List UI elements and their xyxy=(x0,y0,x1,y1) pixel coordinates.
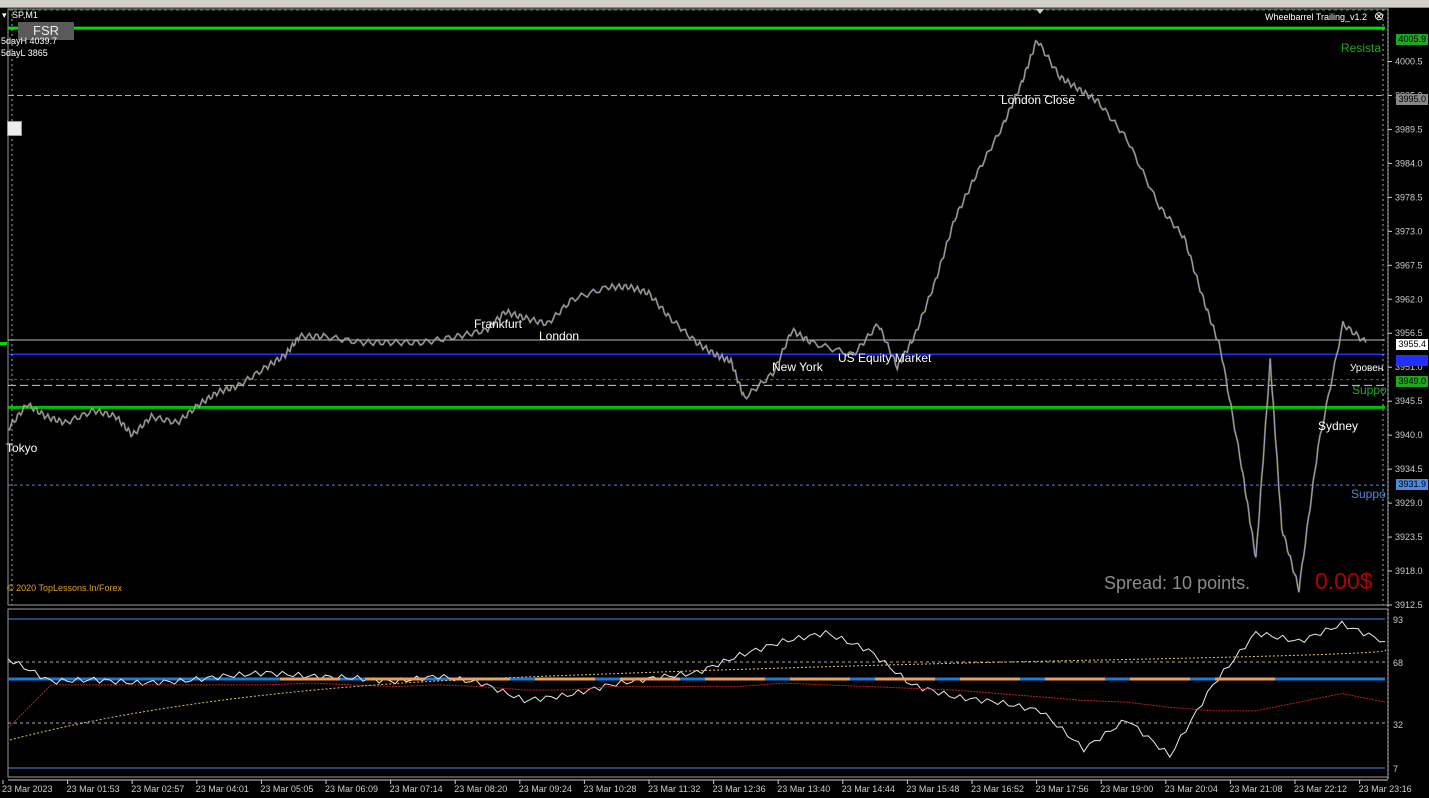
time-tick-label: 23 Mar 07:14 xyxy=(390,784,443,794)
price-tick-label: 3962.0 xyxy=(1395,294,1423,304)
time-tick-label: 23 Mar 15:48 xyxy=(906,784,959,794)
symbol-title: SP,M1 xyxy=(12,10,38,20)
oscillator-tick-label: 68 xyxy=(1393,658,1403,668)
session-london: London xyxy=(539,329,580,343)
time-tick-label: 23 Mar 17:56 xyxy=(1036,784,1089,794)
oscillator-series xyxy=(7,618,1387,769)
support-blue-label: Suppo xyxy=(1351,487,1386,501)
tag-blue-level: 3953.1 xyxy=(1396,355,1428,366)
price-tick-label: 3923.5 xyxy=(1395,532,1423,542)
time-tick-label: 23 Mar 22:12 xyxy=(1294,784,1347,794)
price-tick-label: 3967.5 xyxy=(1395,260,1423,270)
tag-current-price: 3955.4 xyxy=(1396,339,1428,350)
close-indicator-icon[interactable]: ⊗ xyxy=(1374,9,1384,23)
oscillator-tick-label: 32 xyxy=(1393,720,1403,730)
time-tick-label: 23 Mar 10:28 xyxy=(583,784,636,794)
price-line xyxy=(7,40,1367,593)
oscillator-tick-label: 93 xyxy=(1393,615,1403,625)
price-tick-label: 3989.5 xyxy=(1395,124,1423,134)
price-series xyxy=(7,39,1367,593)
oscillator-signal-line xyxy=(9,649,1387,741)
session-tokyo: Tokyo xyxy=(6,441,38,455)
price-tick-label: 3929.0 xyxy=(1395,498,1423,508)
oscillator-tick-label: 7 xyxy=(1393,764,1398,774)
oscillator-white-line xyxy=(7,620,1386,759)
time-tick-label: 23 Mar 05:05 xyxy=(260,784,313,794)
profit-text: 0.00$ xyxy=(1315,568,1373,594)
time-tick-label: 23 Mar 08:20 xyxy=(454,784,507,794)
price-axis: 4000.53995.03989.53984.03978.53973.03967… xyxy=(1388,56,1423,774)
day-low-label: 5dayL 3865 xyxy=(1,48,48,58)
price-tick-label: 3918.0 xyxy=(1395,566,1423,576)
chart-shift-marker[interactable] xyxy=(1036,9,1044,14)
copyright-text: © 2020 TopLessons.In/Forex xyxy=(7,583,123,593)
time-tick-label: 23 Mar 21:08 xyxy=(1229,784,1282,794)
time-tick-label: 23 Mar 23:16 xyxy=(1359,784,1412,794)
time-tick-label: 23 Mar 06:09 xyxy=(325,784,378,794)
left-price-marker xyxy=(0,342,7,346)
support-green-label: Suppo xyxy=(1352,383,1387,397)
price-tick-label: 3934.5 xyxy=(1395,464,1423,474)
tag-support-green: 3949.0 xyxy=(1396,376,1428,387)
time-tick-label: 23 Mar 11:32 xyxy=(648,784,700,794)
time-tick-label: 23 Mar 19:00 xyxy=(1100,784,1153,794)
price-tick-label: 3978.5 xyxy=(1395,192,1423,202)
tag-3995: 3995.0 xyxy=(1396,94,1428,105)
time-tick-label: 23 Mar 01:53 xyxy=(67,784,120,794)
session-us-equity: US Equity Market xyxy=(838,351,932,365)
price-tick-label: 3940.0 xyxy=(1395,430,1423,440)
window-dropdown-icon[interactable]: ▾ xyxy=(2,10,7,21)
levels-group xyxy=(0,9,1385,486)
tag-support-blue: 3931.9 xyxy=(1396,479,1428,490)
spread-text: Spread: 10 points. xyxy=(1104,573,1251,593)
price-tick-label: 3945.5 xyxy=(1395,396,1423,406)
time-tick-label: 23 Mar 04:01 xyxy=(196,784,249,794)
time-tick-label: 23 Mar 16:52 xyxy=(971,784,1024,794)
session-frankfurt: Frankfurt xyxy=(474,317,523,331)
session-new-york: New York xyxy=(772,360,823,374)
level-ru-label: Уровен xyxy=(1350,363,1384,374)
price-shadow-line xyxy=(7,39,1367,593)
session-sydney: Sydney xyxy=(1318,419,1359,433)
price-tick-label: 3912.5 xyxy=(1395,600,1423,610)
toggle-checkbox[interactable] xyxy=(7,121,22,136)
day-high-label: 5dayH 4039.7 xyxy=(1,36,58,46)
time-tick-label: 23 Mar 13:40 xyxy=(777,784,830,794)
time-tick-label: 23 Mar 20:04 xyxy=(1165,784,1218,794)
time-tick-label: 23 Mar 02:57 xyxy=(131,784,184,794)
time-tick-label: 23 Mar 2023 xyxy=(2,784,53,794)
price-tick-label: 3984.0 xyxy=(1395,158,1423,168)
indicator-name: Wheelbarrel Trailing_v1.2 xyxy=(1265,12,1368,22)
main-chart-frame xyxy=(7,8,1389,606)
time-tick-label: 23 Mar 09:24 xyxy=(519,784,572,794)
price-tick-label: 3973.0 xyxy=(1395,226,1423,236)
resistance-label: Resista xyxy=(1341,41,1382,55)
tag-resistance: 4005.9 xyxy=(1396,34,1428,45)
oscillator-frame xyxy=(7,608,1389,778)
price-tick-label: 4000.5 xyxy=(1395,56,1423,66)
session-london-close: London Close xyxy=(1001,93,1076,107)
price-tick-label: 3956.5 xyxy=(1395,328,1423,338)
price-chart-area[interactable]: 4000.5 3995.0 3989.5 3984.0 3978.5 3973.0 3967… xyxy=(0,7,1429,798)
oscillator-red-line xyxy=(7,682,1386,729)
time-tick-label: 23 Mar 12:36 xyxy=(713,784,766,794)
time-tick-label: 23 Mar 14:44 xyxy=(842,784,895,794)
